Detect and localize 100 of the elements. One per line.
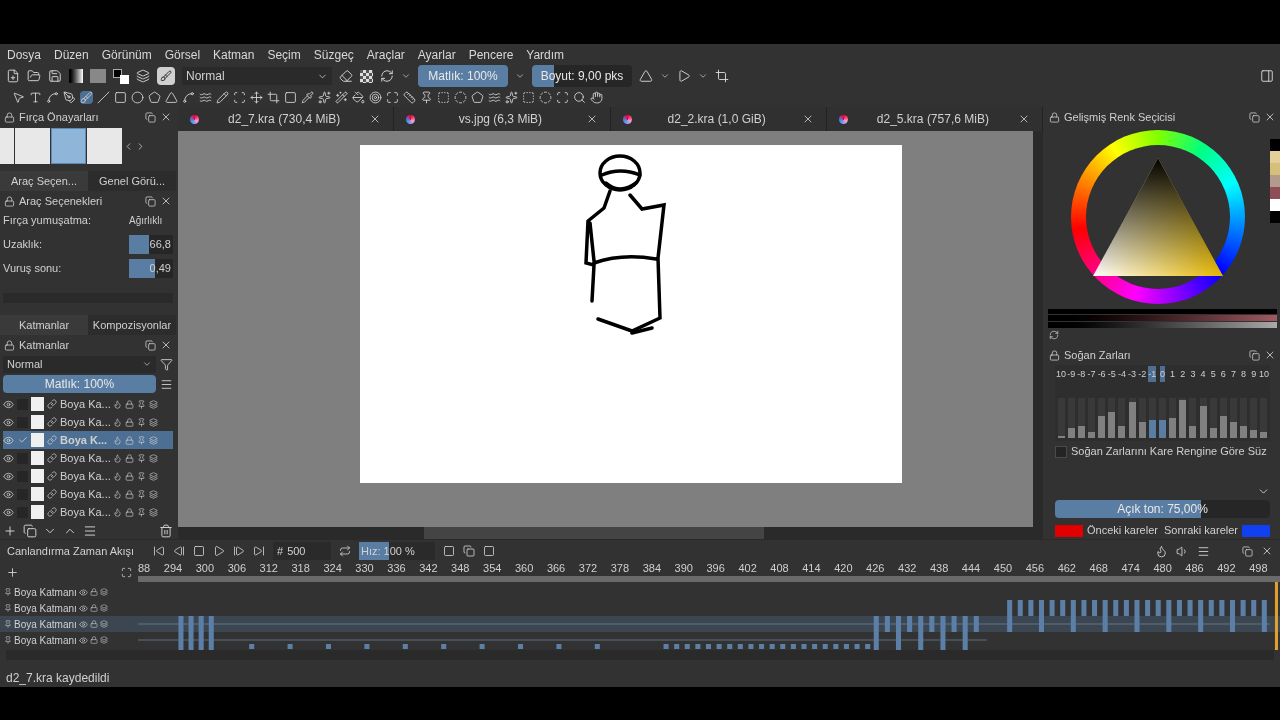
menu-item[interactable]: Yardım xyxy=(526,45,565,64)
scrollbar[interactable] xyxy=(1033,131,1043,527)
frame-icon[interactable] xyxy=(443,545,455,557)
layer-blend-dropdown[interactable]: Normal xyxy=(3,355,156,373)
trash-icon[interactable] xyxy=(159,524,173,538)
lock-icon[interactable] xyxy=(125,489,134,499)
lasso-icon[interactable] xyxy=(488,90,501,104)
menu-item[interactable]: Araçlar xyxy=(366,45,405,64)
eye-icon[interactable] xyxy=(3,434,14,446)
onion-opacity-bar[interactable] xyxy=(1158,420,1166,439)
menu-item[interactable]: Seçim xyxy=(267,45,301,64)
float-icon[interactable] xyxy=(145,111,156,123)
onion-frame-number[interactable]: -5 xyxy=(1107,366,1116,383)
onion-frame-number[interactable]: 10 xyxy=(1258,366,1269,383)
lock-icon[interactable] xyxy=(4,195,15,207)
onion-opacity-track[interactable] xyxy=(1088,398,1095,439)
eye-icon[interactable] xyxy=(78,587,88,597)
onion-opacity-track[interactable] xyxy=(1229,398,1237,439)
add-icon[interactable] xyxy=(3,524,17,538)
rect-select-icon[interactable] xyxy=(437,90,450,104)
onion-opacity-track[interactable] xyxy=(1118,398,1126,439)
frames-icon[interactable] xyxy=(463,545,475,557)
layer-row[interactable]: Boya Ka... xyxy=(3,413,173,431)
color-swatch[interactable] xyxy=(1242,524,1270,537)
crop-icon[interactable] xyxy=(267,90,280,104)
onion-frame-number[interactable]: 3 xyxy=(1190,366,1196,383)
lock-icon[interactable] xyxy=(1049,111,1060,123)
speaker-icon[interactable] xyxy=(1176,544,1189,558)
onion-opacity-track[interactable] xyxy=(1209,398,1217,439)
line-icon[interactable] xyxy=(97,90,110,104)
add-icon[interactable] xyxy=(6,565,19,579)
onion-opacity-bar[interactable] xyxy=(1067,428,1075,439)
menu-item[interactable]: Görünüm xyxy=(101,45,152,64)
eye-icon[interactable] xyxy=(3,398,14,410)
lock-icon[interactable] xyxy=(125,507,134,517)
color-swatch[interactable] xyxy=(1055,524,1083,537)
onion-frame-number[interactable]: 6 xyxy=(1220,366,1226,383)
slider-field[interactable]: 66,8 xyxy=(129,235,173,254)
onion-opacity-track[interactable] xyxy=(1067,398,1075,439)
menu-item[interactable]: Görsel xyxy=(164,45,201,64)
menu-icon[interactable] xyxy=(160,377,173,391)
panel-tab[interactable]: Genel Görü... xyxy=(88,171,176,191)
ruler-icon[interactable] xyxy=(403,90,416,104)
lock-icon[interactable] xyxy=(125,435,134,445)
onion-frame-number[interactable]: -1 xyxy=(1148,366,1157,383)
float-icon[interactable] xyxy=(145,195,156,207)
freehand-path-icon[interactable] xyxy=(199,90,212,104)
onion-opacity-bar[interactable] xyxy=(1138,422,1146,439)
onion-opacity-bar[interactable] xyxy=(1098,416,1106,439)
layer-row[interactable]: Boya Ka... xyxy=(3,485,173,503)
document-tab[interactable]: d2_2.kra (1,0 GiB) xyxy=(610,107,827,131)
properties-icon[interactable] xyxy=(83,524,97,538)
caret-icon[interactable] xyxy=(660,71,670,81)
checker-icon[interactable] xyxy=(360,69,373,83)
onion-frame-number[interactable]: 2 xyxy=(1180,366,1186,383)
onion-opacity-track[interactable] xyxy=(1219,398,1227,439)
slider-field[interactable]: Matlık: 100% xyxy=(418,65,508,87)
onion-opacity-bar[interactable] xyxy=(1088,432,1095,439)
onion-frame-number[interactable]: 7 xyxy=(1230,366,1236,383)
pencil-icon[interactable] xyxy=(216,90,229,104)
filter-icon[interactable] xyxy=(160,357,173,371)
lock-icon[interactable] xyxy=(125,399,134,409)
onion-frame-number[interactable]: -9 xyxy=(1067,366,1076,383)
eraser-icon[interactable] xyxy=(339,69,353,83)
caret-icon[interactable] xyxy=(698,71,708,81)
scrollbar[interactable] xyxy=(6,650,1274,660)
onion-opacity-bar[interactable] xyxy=(1219,416,1227,439)
link-icon[interactable] xyxy=(47,417,57,427)
reload-icon[interactable] xyxy=(380,69,394,83)
onion-opacity-bar[interactable] xyxy=(1169,418,1177,439)
onion-opacity-track[interactable] xyxy=(1260,398,1268,439)
play-icon[interactable] xyxy=(213,545,225,557)
menu-item[interactable]: Düzen xyxy=(54,45,89,64)
onion-opacity-track[interactable] xyxy=(1057,398,1065,439)
brush-preset-tile[interactable] xyxy=(51,128,86,164)
prev-frame-icon[interactable] xyxy=(173,545,185,557)
brush-icon[interactable] xyxy=(80,90,93,104)
sparkle-icon[interactable] xyxy=(318,90,331,104)
onion-frame-number[interactable]: -3 xyxy=(1128,366,1137,383)
color-swatch[interactable] xyxy=(1270,151,1280,163)
canvas-area[interactable] xyxy=(178,131,1033,527)
onion-opacity-track[interactable] xyxy=(1108,398,1116,439)
document-tab[interactable]: d2_7.kra (730,4 MiB) xyxy=(178,107,395,131)
paint-bucket-icon[interactable] xyxy=(352,90,365,104)
caret-icon[interactable] xyxy=(142,359,152,369)
pipette-icon[interactable] xyxy=(301,90,314,104)
onion-frame-number[interactable]: 4 xyxy=(1200,366,1206,383)
close-icon[interactable] xyxy=(1018,113,1030,125)
lock-icon[interactable] xyxy=(125,471,134,481)
onion-frame-number[interactable]: 5 xyxy=(1210,366,1216,383)
folder-icon[interactable] xyxy=(27,69,41,83)
color-swatch[interactable] xyxy=(1270,199,1280,211)
link-icon[interactable] xyxy=(47,507,57,517)
menu-item[interactable]: Dosya xyxy=(7,45,41,64)
wand-icon[interactable] xyxy=(335,90,348,104)
close-icon[interactable] xyxy=(1264,111,1276,123)
ellipse-select-icon[interactable] xyxy=(454,90,467,104)
lock-icon[interactable] xyxy=(4,111,15,123)
onion-opacity-track[interactable] xyxy=(1189,398,1197,439)
scrollbar[interactable] xyxy=(178,527,1043,539)
